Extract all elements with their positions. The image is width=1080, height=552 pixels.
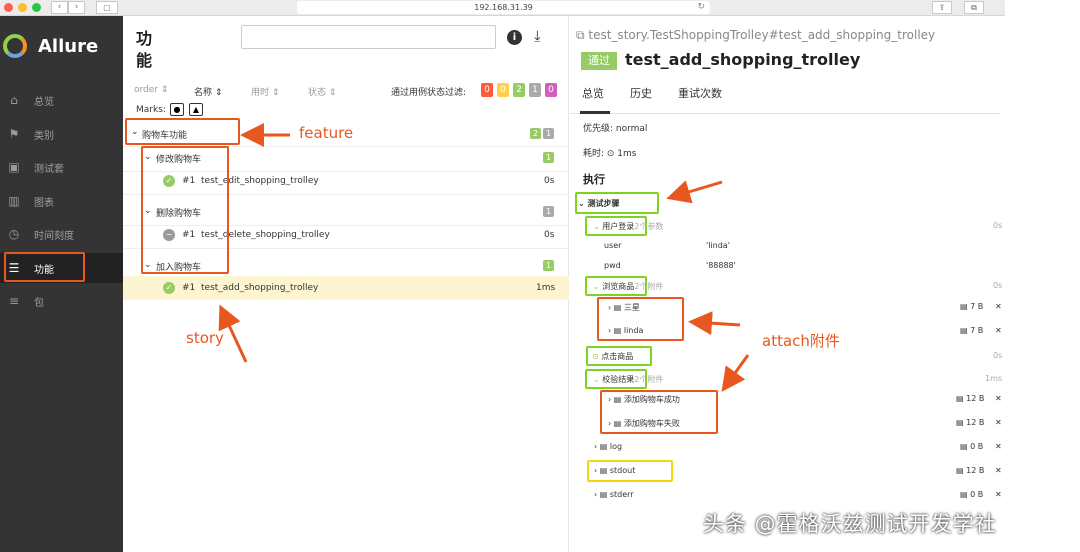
attach-annotation: attach附件 — [762, 332, 840, 350]
steps-arrow — [666, 180, 723, 204]
watermark-text: 头条 @霍格沃兹测试开发学社 — [703, 512, 997, 536]
attach-arrow-1 — [688, 311, 741, 336]
annotation-arrows — [218, 123, 750, 392]
story-arrow — [218, 304, 248, 363]
attach-arrow-2 — [721, 354, 750, 392]
story-annotation: story — [186, 329, 224, 347]
feature-annotation: feature — [299, 124, 354, 142]
